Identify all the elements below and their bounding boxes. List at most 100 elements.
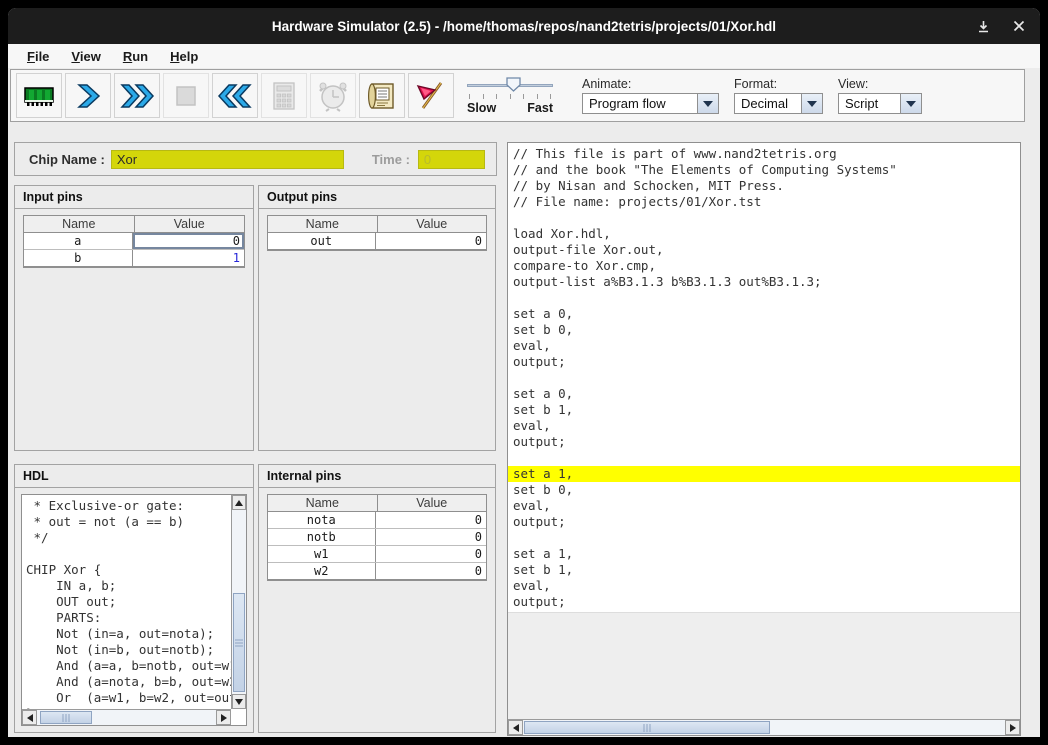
pin-value: 0	[375, 233, 487, 249]
clock-button[interactable]	[310, 73, 356, 118]
table-row: a 0	[24, 233, 244, 250]
single-step-button[interactable]	[65, 73, 111, 118]
hdl-vertical-scrollbar[interactable]	[231, 495, 246, 709]
pin-name: b	[24, 250, 132, 266]
stop-button[interactable]	[163, 73, 209, 118]
format-select[interactable]: Decimal	[734, 93, 823, 114]
script-code-line: output;	[513, 434, 1020, 450]
hdl-code: * Exclusive-or gate: * out = not (a == b…	[22, 495, 231, 709]
menu-file[interactable]: File	[18, 47, 58, 66]
hdl-code-line: OUT out;	[26, 594, 231, 610]
script-code-line: eval,	[513, 418, 1020, 434]
script-code-line: // This file is part of www.nand2tetris.…	[513, 146, 1020, 162]
speed-slider-thumb[interactable]	[506, 77, 521, 97]
hdl-hscroll-thumb[interactable]	[40, 711, 92, 724]
slider-fast-label: Fast	[527, 101, 553, 115]
hdl-code-line: CHIP Xor {	[26, 562, 231, 578]
alarm-clock-icon	[316, 79, 350, 113]
script-code-line: output-list a%B3.1.3 b%B3.1.3 out%B3.1.3…	[513, 274, 1020, 290]
hdl-code-line: And (a=a, b=notb, out=w1);	[26, 658, 231, 674]
hdl-code-line: Or (a=w1, b=w2, out=out);	[26, 690, 231, 706]
chip-header: Chip Name : Xor Time : 0	[14, 142, 497, 176]
speed-slider-track[interactable]	[467, 77, 553, 93]
table-row: b 1	[24, 250, 244, 267]
script-viewer[interactable]: // This file is part of www.nand2tetris.…	[508, 143, 1020, 719]
pin-value: 0	[375, 563, 487, 579]
pin-value: 0	[375, 512, 487, 528]
reset-button[interactable]	[212, 73, 258, 118]
format-label: Format:	[734, 77, 823, 91]
script-horizontal-scrollbar[interactable]	[508, 719, 1020, 735]
scroll-right-arrow-icon[interactable]	[216, 710, 231, 725]
view-select[interactable]: Script	[838, 93, 922, 114]
script-code-line: // by Nisan and Schocken, MIT Press.	[513, 178, 1020, 194]
minimize-icon[interactable]	[976, 19, 990, 33]
animate-select[interactable]: Program flow	[582, 93, 719, 114]
hdl-code-line: PARTS:	[26, 610, 231, 626]
calculator-button[interactable]	[261, 73, 307, 118]
pin-value-input[interactable]: 1	[132, 250, 245, 266]
time-field: 0	[418, 150, 485, 169]
scroll-left-arrow-icon[interactable]	[22, 710, 37, 725]
script-code-line: output-file Xor.out,	[513, 242, 1020, 258]
col-header-name: Name	[268, 495, 377, 511]
animate-dropdown-arrow-icon[interactable]	[697, 94, 718, 113]
hdl-panel: HDL * Exclusive-or gate: * out = not (a …	[14, 464, 254, 733]
pin-name: a	[24, 233, 132, 249]
input-pins-title: Input pins	[15, 186, 253, 209]
run-button[interactable]	[114, 73, 160, 118]
chip-icon	[21, 78, 57, 114]
title-bar: Hardware Simulator (2.5) - /home/thomas/…	[8, 8, 1040, 44]
breakpoints-button[interactable]	[408, 73, 454, 118]
hdl-vscroll-thumb[interactable]	[233, 593, 245, 691]
script-code-line: eval,	[513, 338, 1020, 354]
load-script-button[interactable]	[359, 73, 405, 118]
pin-name: w1	[268, 546, 375, 562]
script-code-line: output;	[513, 354, 1020, 370]
output-pins-table: Name Value out 0	[267, 215, 487, 251]
scroll-down-arrow-icon[interactable]	[232, 694, 246, 709]
script-code-line: set a 1,	[513, 546, 1020, 562]
view-dropdown-arrow-icon[interactable]	[900, 94, 921, 113]
chip-name-field: Xor	[111, 150, 344, 169]
script-code-line: set b 1,	[513, 402, 1020, 418]
script-code-line: output;	[513, 594, 1020, 610]
table-row: nota 0	[268, 512, 486, 529]
animate-combo-group: Animate: Program flow	[582, 77, 719, 114]
menu-run[interactable]: Run	[114, 47, 157, 66]
scroll-right-arrow-icon[interactable]	[1005, 720, 1020, 735]
script-hscroll-thumb[interactable]	[524, 721, 770, 734]
reset-icon	[217, 79, 253, 113]
format-dropdown-arrow-icon[interactable]	[801, 94, 822, 113]
pin-value-input[interactable]: 0	[132, 233, 245, 249]
close-icon[interactable]	[1012, 19, 1026, 33]
scroll-left-arrow-icon[interactable]	[508, 720, 523, 735]
pin-name: nota	[268, 512, 375, 528]
hdl-viewer[interactable]: * Exclusive-or gate: * out = not (a == b…	[21, 494, 247, 726]
hdl-title: HDL	[15, 465, 253, 488]
toolbar: Slow Fast Animate: Program flow Format: …	[10, 69, 1025, 122]
script-code-line: load Xor.hdl,	[513, 226, 1020, 242]
script-code-line: set a 1,	[508, 466, 1020, 482]
scroll-up-arrow-icon[interactable]	[232, 495, 246, 510]
script-code-line	[513, 210, 1020, 226]
script-code-line	[513, 290, 1020, 306]
window-title: Hardware Simulator (2.5) - /home/thomas/…	[272, 19, 776, 34]
script-panel: // This file is part of www.nand2tetris.…	[507, 142, 1021, 736]
output-pins-title: Output pins	[259, 186, 495, 209]
script-code-line: compare-to Xor.cmp,	[513, 258, 1020, 274]
hdl-code-line: Not (in=b, out=notb);	[26, 642, 231, 658]
script-code-line: set a 0,	[513, 306, 1020, 322]
menu-help[interactable]: Help	[161, 47, 207, 66]
view-label: View:	[838, 77, 922, 91]
speed-slider: Slow Fast	[467, 77, 553, 115]
internal-pins-table: Name Value nota 0 notb 0 w1 0 w2 0	[267, 494, 487, 581]
single-step-icon	[71, 79, 105, 113]
script-code: // This file is part of www.nand2tetris.…	[508, 143, 1020, 613]
load-chip-button[interactable]	[16, 73, 62, 118]
script-code-line: output;	[513, 514, 1020, 530]
hdl-horizontal-scrollbar[interactable]	[22, 709, 231, 725]
menu-view[interactable]: View	[62, 47, 109, 66]
hdl-code-line	[26, 546, 231, 562]
internal-pins-panel: Internal pins Name Value nota 0 notb 0 w…	[258, 464, 496, 733]
